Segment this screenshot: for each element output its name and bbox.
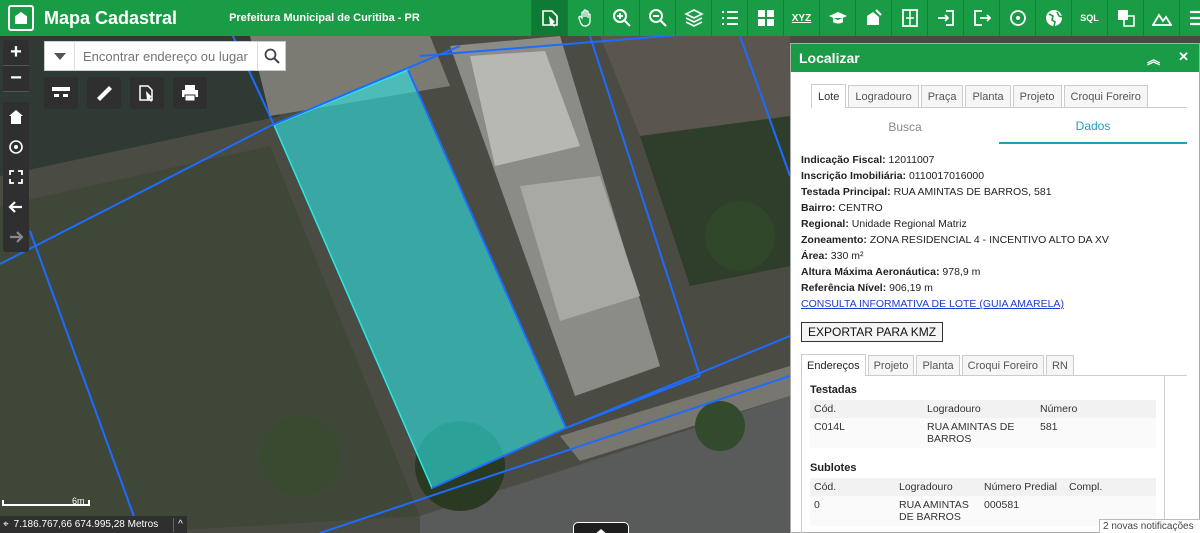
top-header: Mapa Cadastral Prefeitura Municipal de C…: [0, 0, 1200, 36]
info-row: Zoneamento: ZONA RESIDENCIAL 4 - INCENTI…: [801, 234, 1109, 246]
select-icon[interactable]: [1107, 0, 1143, 36]
info-row: Área: 330 m²: [801, 250, 864, 262]
locate-icon[interactable]: [3, 132, 29, 162]
nav-control: [3, 102, 29, 252]
map-tools: [44, 77, 207, 109]
pan-hand-icon[interactable]: [567, 0, 603, 36]
info-row: Testada Principal: RUA AMINTAS DE BARROS…: [801, 186, 1052, 198]
search-type-tabs: Lote Logradouro Praça Planta Projeto Cro…: [811, 84, 1187, 108]
globe-icon[interactable]: [1035, 0, 1071, 36]
zoom-out-icon[interactable]: [639, 0, 675, 36]
subtab-dados[interactable]: Dados: [999, 110, 1187, 144]
split-panel-icon[interactable]: [891, 0, 927, 36]
table-header: Cód.: [810, 400, 923, 418]
coordinates-readout: ⌖ 7.186.767,66 674.995,28 Metros ^: [0, 516, 187, 533]
search-source-dropdown[interactable]: [45, 42, 75, 70]
collapse-chevron-icon[interactable]: ︽: [1147, 49, 1160, 68]
layers-icon[interactable]: [675, 0, 711, 36]
coords-text: 7.186.767,66 674.995,28 Metros: [13, 519, 159, 530]
basemap-grid-icon[interactable]: [747, 0, 783, 36]
zoom-control: + −: [3, 40, 29, 92]
search-widget: [44, 41, 286, 71]
busca-dados-tabs: Busca Dados: [811, 110, 1187, 144]
target-icon[interactable]: [999, 0, 1035, 36]
close-icon[interactable]: ✕: [1178, 49, 1189, 68]
tab-projeto-detail[interactable]: Projeto: [867, 355, 915, 375]
measure-ruler-icon[interactable]: [87, 77, 121, 109]
info-row: Indicação Fiscal: 12011007: [801, 154, 935, 166]
education-icon[interactable]: [819, 0, 855, 36]
tab-croqui-foreiro[interactable]: Croqui Foreiro: [1063, 85, 1148, 107]
localizar-panel: Localizar ︽ ✕ Lote Logradouro Praça Plan…: [790, 43, 1200, 533]
app-title: Mapa Cadastral: [44, 7, 178, 28]
table-header: Número: [1036, 400, 1156, 418]
logout-icon[interactable]: [963, 0, 999, 36]
app-root: Mapa Cadastral Prefeitura Municipal de C…: [0, 0, 1200, 533]
export-kmz-button[interactable]: EXPORTAR PARA KMZ: [801, 322, 944, 342]
info-row: Inscrição Imobiliária: 0110017016000: [801, 170, 985, 182]
tab-planta-detail[interactable]: Planta: [916, 355, 960, 375]
zoom-out-button[interactable]: −: [3, 66, 29, 92]
identify-tool-icon[interactable]: [130, 77, 164, 109]
testadas-title: Testadas: [810, 384, 857, 396]
coords-pin-icon: ⌖: [3, 519, 9, 530]
previous-extent-arrow-icon[interactable]: [3, 192, 29, 222]
zoom-in-button[interactable]: +: [3, 40, 29, 66]
table-header: Logradouro: [923, 400, 1036, 418]
tab-praca[interactable]: Praça: [920, 85, 964, 107]
tab-projeto[interactable]: Projeto: [1012, 85, 1062, 107]
menu-icon[interactable]: [1179, 0, 1200, 36]
sql-query-icon[interactable]: SQL: [1071, 0, 1107, 36]
enderecos-content: Testadas Cód. Logradouro Número C014L RU…: [801, 376, 1165, 533]
terrain-icon[interactable]: [1143, 0, 1179, 36]
detail-tabs: Endereços Projeto Planta Croqui Foreiro …: [801, 354, 1187, 376]
org-title: Prefeitura Municipal de Curitiba - PR: [229, 12, 420, 24]
attribute-table-toggle[interactable]: [573, 522, 629, 533]
panel-header: Localizar ︽ ✕: [791, 44, 1199, 72]
info-row: Regional: Unidade Regional Matriz: [801, 218, 967, 230]
search-input[interactable]: [75, 42, 257, 70]
xyz-coordinates-icon[interactable]: XYZ: [783, 0, 819, 36]
guia-amarela-link[interactable]: CONSULTA INFORMATIVA DE LOTE (GUIA AMARE…: [801, 296, 1187, 312]
tab-croqui-detail[interactable]: Croqui Foreiro: [961, 355, 1044, 375]
legend-list-icon[interactable]: [711, 0, 747, 36]
home-icon[interactable]: [3, 102, 29, 132]
fullscreen-icon[interactable]: [3, 162, 29, 192]
legend-panel-icon[interactable]: [44, 77, 78, 109]
testadas-table: Cód. Logradouro Número C014L RUA AMINTAS…: [810, 400, 1156, 448]
identify-icon[interactable]: [531, 0, 567, 36]
scale-label: 6m: [72, 496, 85, 506]
table-header: Logradouro: [895, 478, 980, 496]
table-header: Cód.: [810, 478, 895, 496]
zoom-in-icon[interactable]: [603, 0, 639, 36]
info-row: Bairro: CENTRO: [801, 202, 883, 214]
table-header: Número Predial: [980, 478, 1065, 496]
tab-logradouro[interactable]: Logradouro: [848, 85, 919, 107]
sublotes-title: Sublotes: [810, 462, 857, 474]
tab-rn[interactable]: RN: [1045, 355, 1074, 375]
tab-lote[interactable]: Lote: [811, 84, 847, 108]
print-icon[interactable]: [173, 77, 207, 109]
next-extent-arrow-icon[interactable]: [3, 222, 29, 252]
lote-info: Indicação Fiscal: 12011007 Inscrição Imo…: [801, 152, 1187, 312]
info-row: Altura Máxima Aeronáutica: 978,9 m: [801, 266, 981, 278]
main-toolbar: XYZ SQL: [531, 0, 1200, 36]
login-icon[interactable]: [927, 0, 963, 36]
notification-toast[interactable]: 2 novas notificações: [1099, 519, 1200, 533]
search-icon[interactable]: [257, 42, 285, 70]
table-row: C014L RUA AMINTAS DE BARROS 581: [810, 418, 1156, 448]
draw-area-icon[interactable]: [855, 0, 891, 36]
table-header: Compl.: [1065, 478, 1156, 496]
subtab-busca[interactable]: Busca: [811, 110, 999, 144]
curitiba-logo-icon: [8, 5, 34, 31]
coords-toggle-button[interactable]: ^: [173, 517, 187, 532]
tab-enderecos[interactable]: Endereços: [801, 354, 866, 376]
tab-planta[interactable]: Planta: [965, 85, 1011, 107]
panel-title: Localizar: [799, 50, 860, 66]
info-row: Referência Nível: 906,19 m: [801, 282, 933, 294]
